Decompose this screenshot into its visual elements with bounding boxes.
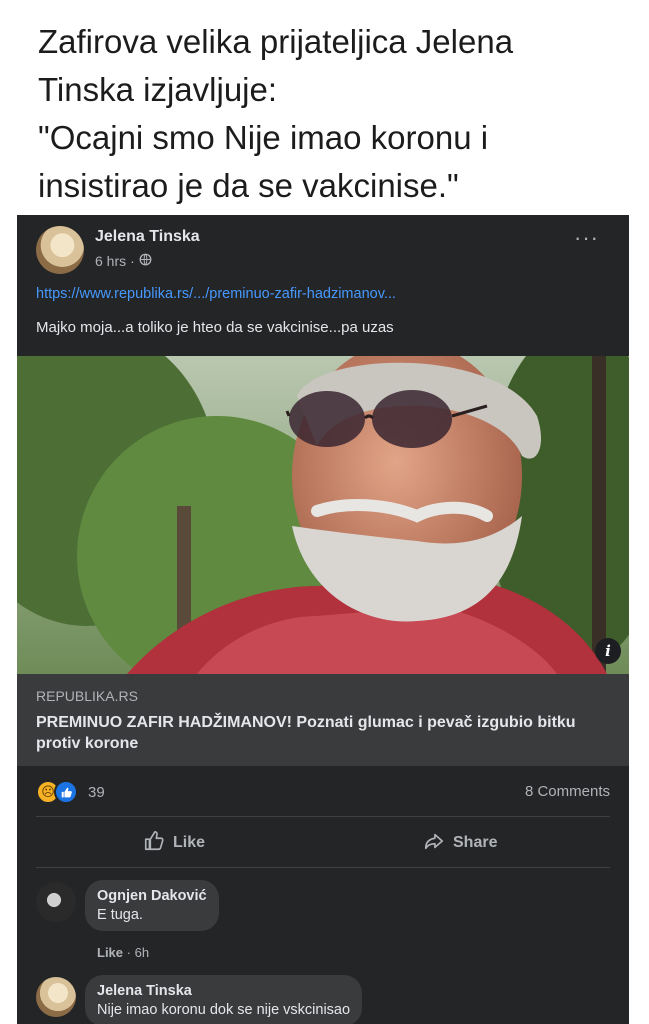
like-reaction-icon [54, 780, 78, 804]
share-label: Share [453, 834, 498, 851]
share-arrow-icon [423, 830, 445, 857]
comment-author[interactable]: Ognjen Daković [97, 888, 207, 904]
comment-actions: Like · 6h [97, 945, 149, 960]
portrait-photo [17, 356, 629, 674]
link-preview-card[interactable]: REPUBLIKA.RS PREMINUO ZAFIR HADŽIMANOV! … [17, 674, 629, 766]
caption-panel: Zafirova velika prijateljica Jelena Tins… [0, 0, 649, 215]
info-icon[interactable]: i [595, 638, 621, 664]
commenter-avatar[interactable] [36, 882, 76, 922]
caption-text: Zafirova velika prijateljica Jelena Tins… [38, 18, 628, 210]
like-button[interactable]: Like [143, 828, 205, 858]
comment-time[interactable]: 6h [135, 945, 149, 960]
comment-like-button[interactable]: Like [97, 945, 123, 960]
globe-icon [139, 253, 152, 269]
comments-count[interactable]: 8 Comments [525, 783, 610, 800]
more-options-icon[interactable]: ··· [574, 227, 599, 249]
share-button[interactable]: Share [423, 828, 497, 858]
comment-text: Nije imao koronu dok se nije vskcinisao [97, 1002, 351, 1018]
comment-text: E tuga. [97, 907, 143, 923]
thumbs-up-icon [143, 830, 165, 857]
post-meta: 6 hrs · [95, 253, 152, 269]
commenter-avatar[interactable] [36, 977, 76, 1017]
comment-bubble: Ognjen Daković E tuga. [85, 880, 219, 931]
facebook-post: Jelena Tinska 6 hrs · ··· https://www.re… [17, 215, 629, 1024]
reaction-count: 39 [88, 783, 105, 801]
post-time[interactable]: 6 hrs [95, 253, 126, 269]
preview-headline[interactable]: PREMINUO ZAFIR HADŽIMANOV! Poznati gluma… [36, 712, 596, 754]
reaction-summary[interactable]: ☹ 39 [36, 780, 105, 804]
post-text: Majko moja...a toliko je hteo da se vakc… [36, 319, 394, 336]
caption-line: Tinska izjavljuje: [38, 71, 278, 108]
caption-line: Zafirova velika prijateljica Jelena [38, 23, 514, 60]
comment-author[interactable]: Jelena Tinska [97, 983, 350, 999]
post-author[interactable]: Jelena Tinska [95, 228, 200, 246]
caption-line: "Ocajni smo Nije imao koronu i [38, 119, 489, 156]
caption-line: insistirao je da se vakcinise." [38, 167, 459, 204]
comment-bubble: Jelena Tinska Nije imao koronu dok se ni… [85, 975, 363, 1024]
divider [36, 816, 610, 817]
link-preview-image[interactable]: i [17, 356, 629, 674]
author-avatar[interactable] [36, 226, 84, 274]
divider [36, 867, 610, 868]
separator-dot: · [126, 945, 135, 960]
separator-dot: · [130, 253, 135, 269]
like-label: Like [173, 834, 206, 851]
post-link[interactable]: https://www.republika.rs/.../preminuo-za… [36, 286, 396, 302]
preview-domain: REPUBLIKA.RS [36, 688, 138, 704]
